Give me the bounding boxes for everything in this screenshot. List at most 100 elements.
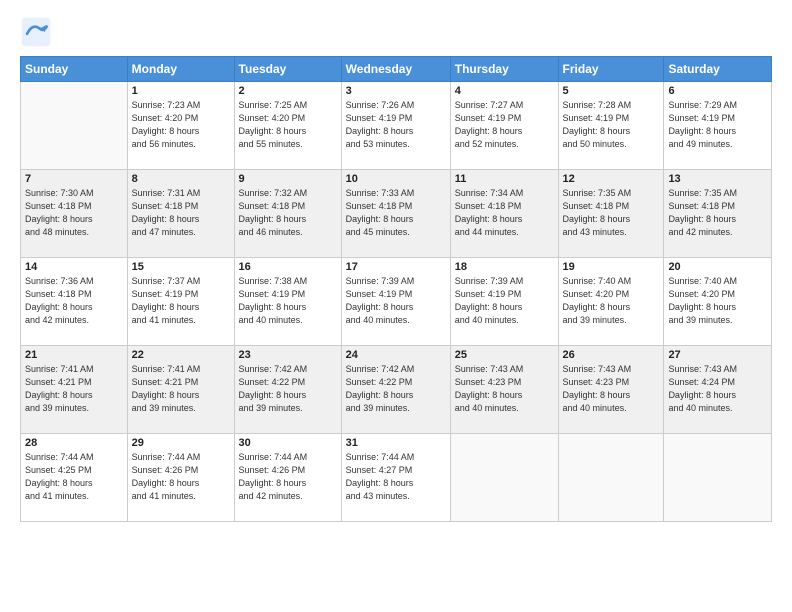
day-info: Sunrise: 7:35 AMSunset: 4:18 PMDaylight:… bbox=[563, 187, 660, 239]
day-info: Sunrise: 7:27 AMSunset: 4:19 PMDaylight:… bbox=[455, 99, 554, 151]
calendar-cell: 25Sunrise: 7:43 AMSunset: 4:23 PMDayligh… bbox=[450, 346, 558, 434]
day-info: Sunrise: 7:35 AMSunset: 4:18 PMDaylight:… bbox=[668, 187, 767, 239]
calendar-cell: 24Sunrise: 7:42 AMSunset: 4:22 PMDayligh… bbox=[341, 346, 450, 434]
calendar-cell: 31 Sunrise: 7:44 AMSunset: 4:27 PMDayligh… bbox=[341, 434, 450, 522]
day-number: 23 bbox=[239, 349, 337, 361]
day-number: 19 bbox=[563, 261, 660, 273]
day-number: 4 bbox=[455, 85, 554, 97]
calendar-cell: 6 Sunrise: 7:29 AMSunset: 4:19 PMDaylight… bbox=[664, 82, 772, 170]
day-info: Sunrise: 7:29 AMSunset: 4:19 PMDaylight:… bbox=[668, 99, 767, 151]
calendar-cell: 20 Sunrise: 7:40 AMSunset: 4:20 PMDayligh… bbox=[664, 258, 772, 346]
col-header-thursday: Thursday bbox=[450, 57, 558, 82]
day-number: 13 bbox=[668, 173, 767, 185]
day-number: 16 bbox=[239, 261, 337, 273]
col-header-sunday: Sunday bbox=[21, 57, 128, 82]
calendar-cell: 15 Sunrise: 7:37 AMSunset: 4:19 PMDayligh… bbox=[127, 258, 234, 346]
day-info: Sunrise: 7:37 AMSunset: 4:19 PMDaylight:… bbox=[132, 275, 230, 327]
calendar-week-row: 7 Sunrise: 7:30 AMSunset: 4:18 PMDaylight… bbox=[21, 170, 772, 258]
day-info: Sunrise: 7:36 AMSunset: 4:18 PMDaylight:… bbox=[25, 275, 123, 327]
col-header-saturday: Saturday bbox=[664, 57, 772, 82]
day-info: Sunrise: 7:44 AMSunset: 4:26 PMDaylight:… bbox=[132, 451, 230, 503]
logo bbox=[20, 16, 56, 48]
calendar-cell bbox=[450, 434, 558, 522]
calendar-cell: 11Sunrise: 7:34 AMSunset: 4:18 PMDayligh… bbox=[450, 170, 558, 258]
day-number: 15 bbox=[132, 261, 230, 273]
calendar-cell: 21 Sunrise: 7:41 AMSunset: 4:21 PMDayligh… bbox=[21, 346, 128, 434]
calendar: SundayMondayTuesdayWednesdayThursdayFrid… bbox=[20, 56, 772, 522]
calendar-cell: 19 Sunrise: 7:40 AMSunset: 4:20 PMDayligh… bbox=[558, 258, 664, 346]
day-number: 27 bbox=[668, 349, 767, 361]
header bbox=[20, 16, 772, 48]
day-number: 28 bbox=[25, 437, 123, 449]
calendar-cell: 29 Sunrise: 7:44 AMSunset: 4:26 PMDayligh… bbox=[127, 434, 234, 522]
calendar-cell: 12Sunrise: 7:35 AMSunset: 4:18 PMDayligh… bbox=[558, 170, 664, 258]
calendar-header-row: SundayMondayTuesdayWednesdayThursdayFrid… bbox=[21, 57, 772, 82]
day-number: 20 bbox=[668, 261, 767, 273]
day-info: Sunrise: 7:33 AMSunset: 4:18 PMDaylight:… bbox=[346, 187, 446, 239]
calendar-cell: 17 Sunrise: 7:39 AMSunset: 4:19 PMDayligh… bbox=[341, 258, 450, 346]
day-info: Sunrise: 7:38 AMSunset: 4:19 PMDaylight:… bbox=[239, 275, 337, 327]
day-info: Sunrise: 7:44 AMSunset: 4:27 PMDaylight:… bbox=[346, 451, 446, 503]
page: SundayMondayTuesdayWednesdayThursdayFrid… bbox=[0, 0, 792, 612]
calendar-cell: 5Sunrise: 7:28 AMSunset: 4:19 PMDaylight… bbox=[558, 82, 664, 170]
day-number: 29 bbox=[132, 437, 230, 449]
day-number: 22 bbox=[132, 349, 230, 361]
day-number: 10 bbox=[346, 173, 446, 185]
day-info: Sunrise: 7:30 AMSunset: 4:18 PMDaylight:… bbox=[25, 187, 123, 239]
calendar-week-row: 1 Sunrise: 7:23 AMSunset: 4:20 PMDaylight… bbox=[21, 82, 772, 170]
day-number: 11 bbox=[455, 173, 554, 185]
calendar-cell: 22 Sunrise: 7:41 AMSunset: 4:21 PMDayligh… bbox=[127, 346, 234, 434]
day-number: 30 bbox=[239, 437, 337, 449]
calendar-cell: 28Sunrise: 7:44 AMSunset: 4:25 PMDayligh… bbox=[21, 434, 128, 522]
day-info: Sunrise: 7:41 AMSunset: 4:21 PMDaylight:… bbox=[25, 363, 123, 415]
calendar-cell: 14 Sunrise: 7:36 AMSunset: 4:18 PMDayligh… bbox=[21, 258, 128, 346]
calendar-cell: 3 Sunrise: 7:26 AMSunset: 4:19 PMDaylight… bbox=[341, 82, 450, 170]
col-header-tuesday: Tuesday bbox=[234, 57, 341, 82]
day-number: 31 bbox=[346, 437, 446, 449]
calendar-cell: 10 Sunrise: 7:33 AMSunset: 4:18 PMDayligh… bbox=[341, 170, 450, 258]
calendar-cell: 1 Sunrise: 7:23 AMSunset: 4:20 PMDaylight… bbox=[127, 82, 234, 170]
day-info: Sunrise: 7:39 AMSunset: 4:19 PMDaylight:… bbox=[455, 275, 554, 327]
day-number: 1 bbox=[132, 85, 230, 97]
col-header-wednesday: Wednesday bbox=[341, 57, 450, 82]
day-info: Sunrise: 7:40 AMSunset: 4:20 PMDaylight:… bbox=[563, 275, 660, 327]
day-number: 8 bbox=[132, 173, 230, 185]
calendar-week-row: 14 Sunrise: 7:36 AMSunset: 4:18 PMDayligh… bbox=[21, 258, 772, 346]
calendar-cell: 27 Sunrise: 7:43 AMSunset: 4:24 PMDayligh… bbox=[664, 346, 772, 434]
calendar-cell: 23 Sunrise: 7:42 AMSunset: 4:22 PMDayligh… bbox=[234, 346, 341, 434]
calendar-cell: 9 Sunrise: 7:32 AMSunset: 4:18 PMDaylight… bbox=[234, 170, 341, 258]
day-info: Sunrise: 7:41 AMSunset: 4:21 PMDaylight:… bbox=[132, 363, 230, 415]
col-header-friday: Friday bbox=[558, 57, 664, 82]
day-info: Sunrise: 7:28 AMSunset: 4:19 PMDaylight:… bbox=[563, 99, 660, 151]
calendar-cell: 2Sunrise: 7:25 AMSunset: 4:20 PMDaylight… bbox=[234, 82, 341, 170]
day-number: 6 bbox=[668, 85, 767, 97]
day-info: Sunrise: 7:40 AMSunset: 4:20 PMDaylight:… bbox=[668, 275, 767, 327]
calendar-cell bbox=[664, 434, 772, 522]
day-info: Sunrise: 7:23 AMSunset: 4:20 PMDaylight:… bbox=[132, 99, 230, 151]
day-number: 3 bbox=[346, 85, 446, 97]
calendar-cell: 30 Sunrise: 7:44 AMSunset: 4:26 PMDayligh… bbox=[234, 434, 341, 522]
day-number: 17 bbox=[346, 261, 446, 273]
calendar-cell bbox=[21, 82, 128, 170]
day-info: Sunrise: 7:44 AMSunset: 4:26 PMDaylight:… bbox=[239, 451, 337, 503]
day-info: Sunrise: 7:43 AMSunset: 4:23 PMDaylight:… bbox=[563, 363, 660, 415]
day-number: 21 bbox=[25, 349, 123, 361]
calendar-cell: 18 Sunrise: 7:39 AMSunset: 4:19 PMDayligh… bbox=[450, 258, 558, 346]
day-number: 7 bbox=[25, 173, 123, 185]
day-info: Sunrise: 7:39 AMSunset: 4:19 PMDaylight:… bbox=[346, 275, 446, 327]
day-info: Sunrise: 7:25 AMSunset: 4:20 PMDaylight:… bbox=[239, 99, 337, 151]
calendar-cell: 26Sunrise: 7:43 AMSunset: 4:23 PMDayligh… bbox=[558, 346, 664, 434]
day-number: 14 bbox=[25, 261, 123, 273]
calendar-cell: 4 Sunrise: 7:27 AMSunset: 4:19 PMDaylight… bbox=[450, 82, 558, 170]
calendar-week-row: 28Sunrise: 7:44 AMSunset: 4:25 PMDayligh… bbox=[21, 434, 772, 522]
calendar-week-row: 21 Sunrise: 7:41 AMSunset: 4:21 PMDayligh… bbox=[21, 346, 772, 434]
calendar-cell bbox=[558, 434, 664, 522]
day-info: Sunrise: 7:32 AMSunset: 4:18 PMDaylight:… bbox=[239, 187, 337, 239]
day-info: Sunrise: 7:43 AMSunset: 4:24 PMDaylight:… bbox=[668, 363, 767, 415]
day-number: 9 bbox=[239, 173, 337, 185]
day-number: 18 bbox=[455, 261, 554, 273]
day-info: Sunrise: 7:42 AMSunset: 4:22 PMDaylight:… bbox=[239, 363, 337, 415]
col-header-monday: Monday bbox=[127, 57, 234, 82]
logo-icon bbox=[20, 16, 52, 48]
day-info: Sunrise: 7:26 AMSunset: 4:19 PMDaylight:… bbox=[346, 99, 446, 151]
